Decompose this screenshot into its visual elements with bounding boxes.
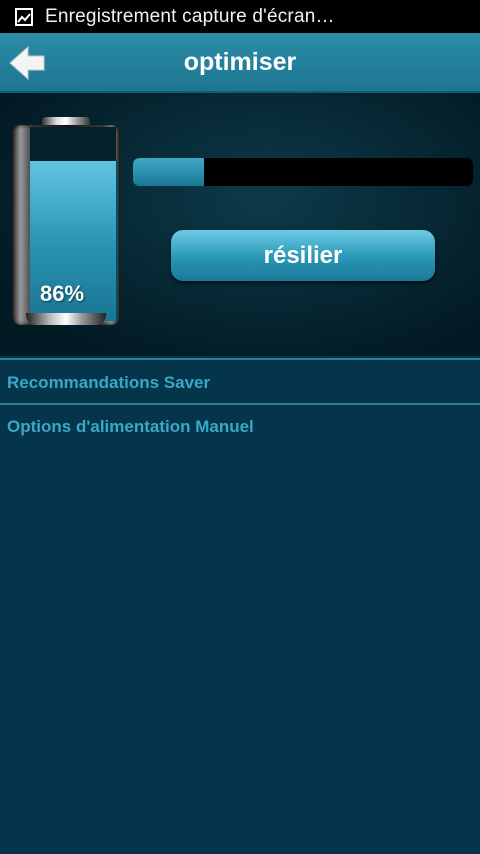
list-item-recommendations[interactable]: Recommandations Saver [0,361,480,403]
page-title: optimiser [183,48,297,76]
progress-fill [133,158,204,186]
divider [0,358,480,360]
list-item-label: Recommandations Saver [7,373,211,392]
status-bar: Enregistrement capture d'écran… [0,0,480,33]
battery-gauge: 86% [12,117,120,333]
list-item-power-options[interactable]: Options d'alimentation Manuel [0,405,480,447]
optimization-progress-bar [133,158,473,186]
battery-percentage: 86% [40,281,85,306]
battery-base [26,313,106,325]
notification-text: Enregistrement capture d'écran… [45,5,335,27]
list-item-label: Options d'alimentation Manuel [7,417,254,436]
cancel-button[interactable]: résilier [171,230,435,281]
battery-panel: 86% résilier [0,93,480,356]
screenshot-icon [15,7,33,26]
title-bar: optimiser [0,33,480,93]
